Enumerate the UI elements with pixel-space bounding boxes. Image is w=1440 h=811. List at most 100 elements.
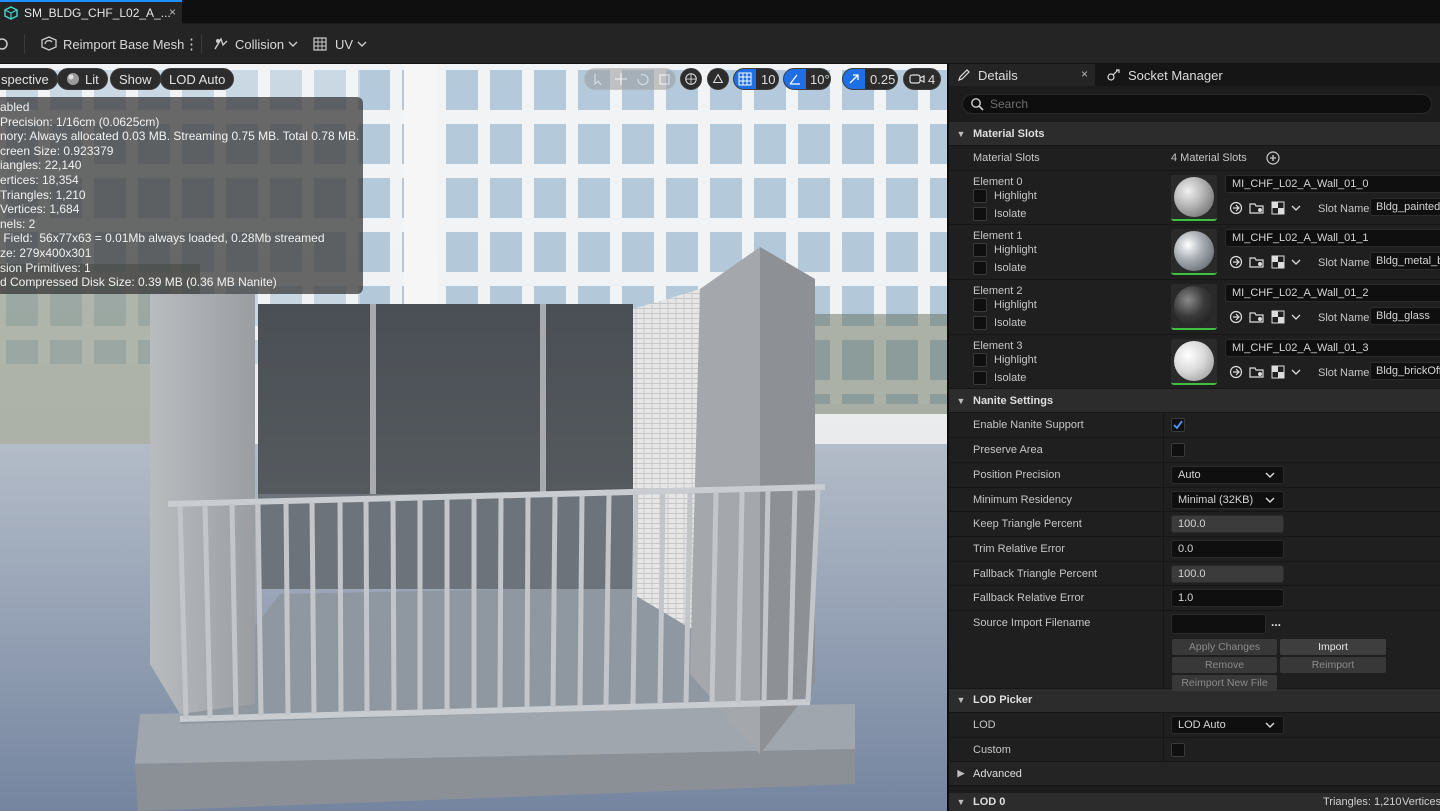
surface-snap-button[interactable] [707, 68, 729, 90]
minimum-residency-dropdown[interactable]: Minimal (32KB) [1171, 490, 1284, 509]
grid-snap-toggle[interactable] [734, 69, 756, 89]
select-icon[interactable] [591, 72, 607, 86]
slot-name-field[interactable]: Bldg_glass [1370, 307, 1440, 326]
section-nanite-settings[interactable]: ▼ Nanite Settings [949, 389, 1440, 414]
collision-menu-button[interactable]: Collision [212, 32, 304, 56]
angle-snap-toggle[interactable] [784, 69, 806, 89]
material-thumbnail[interactable] [1171, 284, 1217, 331]
chevron-down-icon[interactable] [1291, 312, 1301, 322]
highlight-checkbox[interactable]: Highlight [973, 188, 1037, 203]
close-details-icon[interactable]: × [1081, 67, 1088, 81]
scale-icon[interactable] [657, 72, 673, 86]
material-picker[interactable]: MI_CHF_L02_A_Wall_01_1 [1225, 229, 1440, 248]
browse-arrow-icon[interactable] [1229, 365, 1243, 379]
checker-icon[interactable] [1271, 255, 1285, 269]
transform-tools-group[interactable] [584, 68, 676, 90]
browse-folder-icon[interactable] [1249, 310, 1265, 324]
section-material-slots[interactable]: ▼ Material Slots [949, 122, 1440, 146]
property-label: Custom [973, 743, 1011, 756]
section-lod-picker[interactable]: ▼ LOD Picker [949, 688, 1440, 713]
isolate-checkbox[interactable]: Isolate [973, 370, 1026, 385]
more-options-icon[interactable]: ⋮ [184, 32, 199, 56]
slot-name-field[interactable]: Bldg_metal_bru [1370, 252, 1440, 271]
lod0-vertices: Vertices: [1402, 796, 1440, 808]
reimport-new-file-button[interactable]: Reimport New File [1172, 674, 1277, 691]
material-picker[interactable]: MI_CHF_L02_A_Wall_01_2 [1225, 284, 1440, 303]
browse-arrow-icon[interactable] [1229, 310, 1243, 324]
translate-icon[interactable] [613, 72, 629, 86]
browse-folder-icon[interactable] [1249, 255, 1265, 269]
dropdown-value: LOD Auto [1178, 718, 1226, 731]
lod-auto-label: LOD Auto [169, 71, 226, 87]
perspective-button[interactable]: spective [0, 68, 58, 90]
details-search-field[interactable] [962, 94, 1432, 114]
isolate-checkbox[interactable]: Isolate [973, 206, 1026, 221]
reimport-label: Reimport Base Mesh [63, 36, 185, 52]
element-label: Element 0 [973, 175, 1023, 188]
chevron-down-icon[interactable] [1291, 203, 1301, 213]
browse-arrow-icon[interactable] [1229, 255, 1243, 269]
material-thumbnail[interactable] [1171, 338, 1217, 385]
import-button[interactable]: Import [1280, 638, 1386, 655]
asset-tab[interactable]: SM_BLDG_CHF_L02_A_... × [0, 0, 182, 24]
checker-icon[interactable] [1271, 201, 1285, 215]
scale-snap-toggle[interactable] [843, 69, 865, 89]
fallback-relative-error-field[interactable]: 1.0 [1171, 589, 1284, 608]
close-tab-icon[interactable]: × [169, 5, 176, 19]
browse-file-button[interactable]: ... [1271, 615, 1281, 629]
tab-socket-manager[interactable]: Socket Manager [1104, 64, 1223, 86]
show-button[interactable]: Show [110, 68, 161, 90]
checker-icon[interactable] [1271, 310, 1285, 324]
viewport[interactable]: spective Lit Show LOD Auto 10 10° 0.25 4… [0, 64, 947, 811]
camera-speed-group[interactable]: 4 [903, 68, 941, 90]
material-thumbnail[interactable] [1171, 174, 1217, 221]
lod-dropdown[interactable]: LOD Auto [1171, 715, 1284, 734]
browse-folder-icon[interactable] [1249, 201, 1265, 215]
section-lod0[interactable]: ▼ LOD 0 Triangles: 1,210 Vertices: [949, 793, 1440, 811]
slot-name-field[interactable]: Bldg_brickOffse [1370, 361, 1440, 380]
apply-changes-button[interactable]: Apply Changes [1172, 638, 1277, 655]
source-import-filename-field[interactable] [1171, 613, 1266, 634]
material-picker[interactable]: MI_CHF_L02_A_Wall_01_0 [1225, 174, 1440, 193]
enable-nanite-checkbox[interactable] [1171, 416, 1185, 434]
add-slot-icon[interactable] [1266, 151, 1280, 165]
material-picker[interactable]: MI_CHF_L02_A_Wall_01_3 [1225, 338, 1440, 357]
browse-arrow-icon[interactable] [1229, 201, 1243, 215]
custom-checkbox[interactable] [1171, 741, 1185, 759]
partial-toolbar-icon[interactable] [0, 32, 15, 56]
slot-name-field[interactable]: Bldg_paintedSt [1370, 197, 1440, 216]
highlight-checkbox[interactable]: Highlight [973, 298, 1037, 313]
lit-button[interactable]: Lit [57, 68, 108, 90]
isolate-checkbox[interactable]: Isolate [973, 261, 1026, 276]
checker-icon[interactable] [1271, 365, 1285, 379]
material-thumbnail[interactable] [1171, 229, 1217, 276]
reimport-base-mesh-button[interactable]: Reimport Base Mesh [40, 32, 184, 56]
chevron-down-icon [1265, 472, 1275, 478]
highlight-checkbox[interactable]: Highlight [973, 243, 1037, 258]
keep-triangle-percent-field[interactable]: 100.0 [1171, 515, 1284, 534]
property-label: Enable Nanite Support [973, 419, 1084, 432]
chevron-down-icon[interactable] [1291, 257, 1301, 267]
preserve-area-checkbox[interactable] [1171, 441, 1185, 459]
browse-folder-icon[interactable] [1249, 365, 1265, 379]
section-advanced[interactable]: ▶ Advanced [949, 762, 1440, 787]
rotate-icon[interactable] [635, 72, 651, 86]
uv-menu-button[interactable]: UV [312, 32, 373, 56]
tab-details[interactable]: Details × [949, 64, 1095, 86]
fallback-triangle-percent-field[interactable]: 100.0 [1171, 564, 1284, 583]
angle-snap-group[interactable]: 10° [783, 68, 831, 90]
isolate-checkbox[interactable]: Isolate [973, 316, 1026, 331]
position-precision-dropdown[interactable]: Auto [1171, 465, 1284, 484]
grid-snap-group[interactable]: 10 [733, 68, 779, 90]
chevron-down-icon[interactable] [1291, 367, 1301, 377]
socket-icon [1107, 69, 1120, 81]
coordinate-space-button[interactable] [680, 68, 702, 90]
reimport-button[interactable]: Reimport [1280, 656, 1386, 673]
search-input[interactable] [990, 97, 1410, 111]
scale-snap-group[interactable]: 0.25 [842, 68, 898, 90]
trim-relative-error-field[interactable]: 0.0 [1171, 539, 1284, 558]
remove-button[interactable]: Remove [1172, 656, 1277, 673]
lod-auto-button[interactable]: LOD Auto [160, 68, 235, 90]
expand-arrow-icon: ▼ [956, 695, 966, 706]
highlight-checkbox[interactable]: Highlight [973, 352, 1037, 367]
